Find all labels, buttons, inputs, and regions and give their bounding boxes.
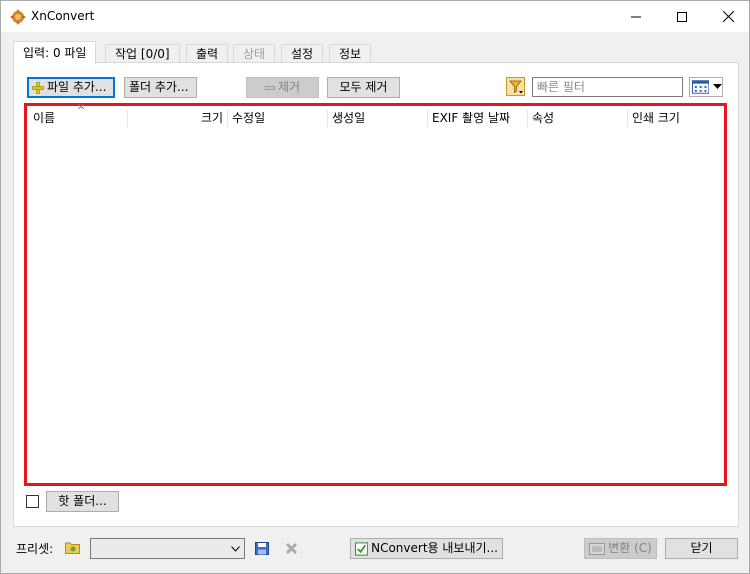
title-bar: XnConvert — [1, 1, 749, 32]
column-divider[interactable] — [327, 110, 328, 127]
sort-indicator-icon: ✕ — [77, 102, 86, 113]
remove-label: 제거 — [277, 80, 301, 94]
add-folder-button[interactable]: 폴더 추가... — [124, 77, 197, 98]
export-nconvert-label: NConvert용 내보내기... — [371, 541, 498, 555]
close-label: 닫기 — [690, 541, 713, 555]
minus-icon — [264, 85, 275, 90]
convert-icon — [589, 542, 606, 555]
hot-folder-label: 핫 폴더... — [58, 494, 107, 508]
convert-label: 변환 (C) — [608, 541, 652, 555]
chevron-down-icon — [231, 545, 240, 552]
column-header-exif-date[interactable]: EXIF 촬영 날짜 — [432, 106, 510, 130]
column-header-size[interactable]: 크기 — [201, 106, 223, 130]
remove-all-label: 모두 제거 — [339, 80, 388, 94]
quick-filter-input[interactable] — [532, 77, 683, 97]
tab-about[interactable]: 정보 — [329, 44, 372, 63]
hot-folder-button[interactable]: 핫 폴더... — [46, 491, 119, 512]
preset-dropdown[interactable] — [90, 538, 245, 559]
remove-button[interactable]: 제거 — [246, 77, 319, 98]
column-divider[interactable] — [227, 110, 228, 127]
column-divider[interactable] — [527, 110, 528, 127]
tab-output[interactable]: 출력 — [186, 44, 229, 63]
xnconvert-window: XnConvert 입력: 0 파일 작업 [0/0] 출력 상태 설정 정보 … — [0, 0, 750, 574]
hot-folder-checkbox[interactable] — [26, 495, 39, 508]
grid-view-icon — [692, 80, 710, 94]
chevron-down-icon — [713, 84, 722, 89]
column-header-created[interactable]: 생성일 — [332, 106, 365, 130]
column-header-modified[interactable]: 수정일 — [232, 106, 265, 130]
delete-icon[interactable] — [285, 542, 298, 555]
export-nconvert-button[interactable]: NConvert용 내보내기... — [350, 538, 503, 559]
filter-funnel-icon[interactable] — [506, 77, 525, 96]
column-header-name[interactable]: 이름 — [33, 106, 55, 130]
tab-input[interactable]: 입력: 0 파일 — [13, 41, 97, 64]
add-files-label: 파일 추가... — [47, 80, 107, 94]
column-header-print-size[interactable]: 인쇄 크기 — [632, 106, 680, 130]
folder-open-icon[interactable] — [65, 541, 80, 554]
add-folder-label: 폴더 추가... — [129, 80, 189, 94]
close-window-button[interactable] — [705, 1, 750, 32]
plus-icon — [32, 81, 44, 94]
column-divider[interactable] — [427, 110, 428, 127]
close-button[interactable]: 닫기 — [665, 538, 738, 559]
xnconvert-logo-icon — [10, 9, 26, 25]
save-icon[interactable] — [255, 542, 269, 555]
maximize-button[interactable] — [659, 1, 705, 32]
tab-settings[interactable]: 설정 — [281, 44, 324, 63]
column-divider[interactable] — [627, 110, 628, 127]
remove-all-button[interactable]: 모두 제거 — [327, 77, 400, 98]
close-icon — [722, 11, 734, 22]
convert-button[interactable]: 변환 (C) — [584, 538, 657, 559]
view-mode-button[interactable] — [689, 77, 723, 97]
tab-actions[interactable]: 작업 [0/0] — [105, 44, 180, 63]
window-title: XnConvert — [31, 9, 95, 23]
minimize-icon — [631, 16, 641, 17]
maximize-icon — [677, 11, 687, 22]
export-script-icon — [355, 541, 369, 556]
add-files-button[interactable]: 파일 추가... — [27, 77, 115, 98]
file-list[interactable]: ✕ 이름 크기 수정일 생성일 EXIF 촬영 날짜 속성 인쇄 크기 — [24, 102, 727, 486]
preset-label: 프리셋: — [16, 542, 54, 556]
tab-status[interactable]: 상태 — [233, 44, 276, 63]
column-header-attributes[interactable]: 속성 — [532, 106, 554, 130]
column-divider[interactable] — [127, 110, 128, 127]
minimize-button[interactable] — [613, 1, 659, 32]
